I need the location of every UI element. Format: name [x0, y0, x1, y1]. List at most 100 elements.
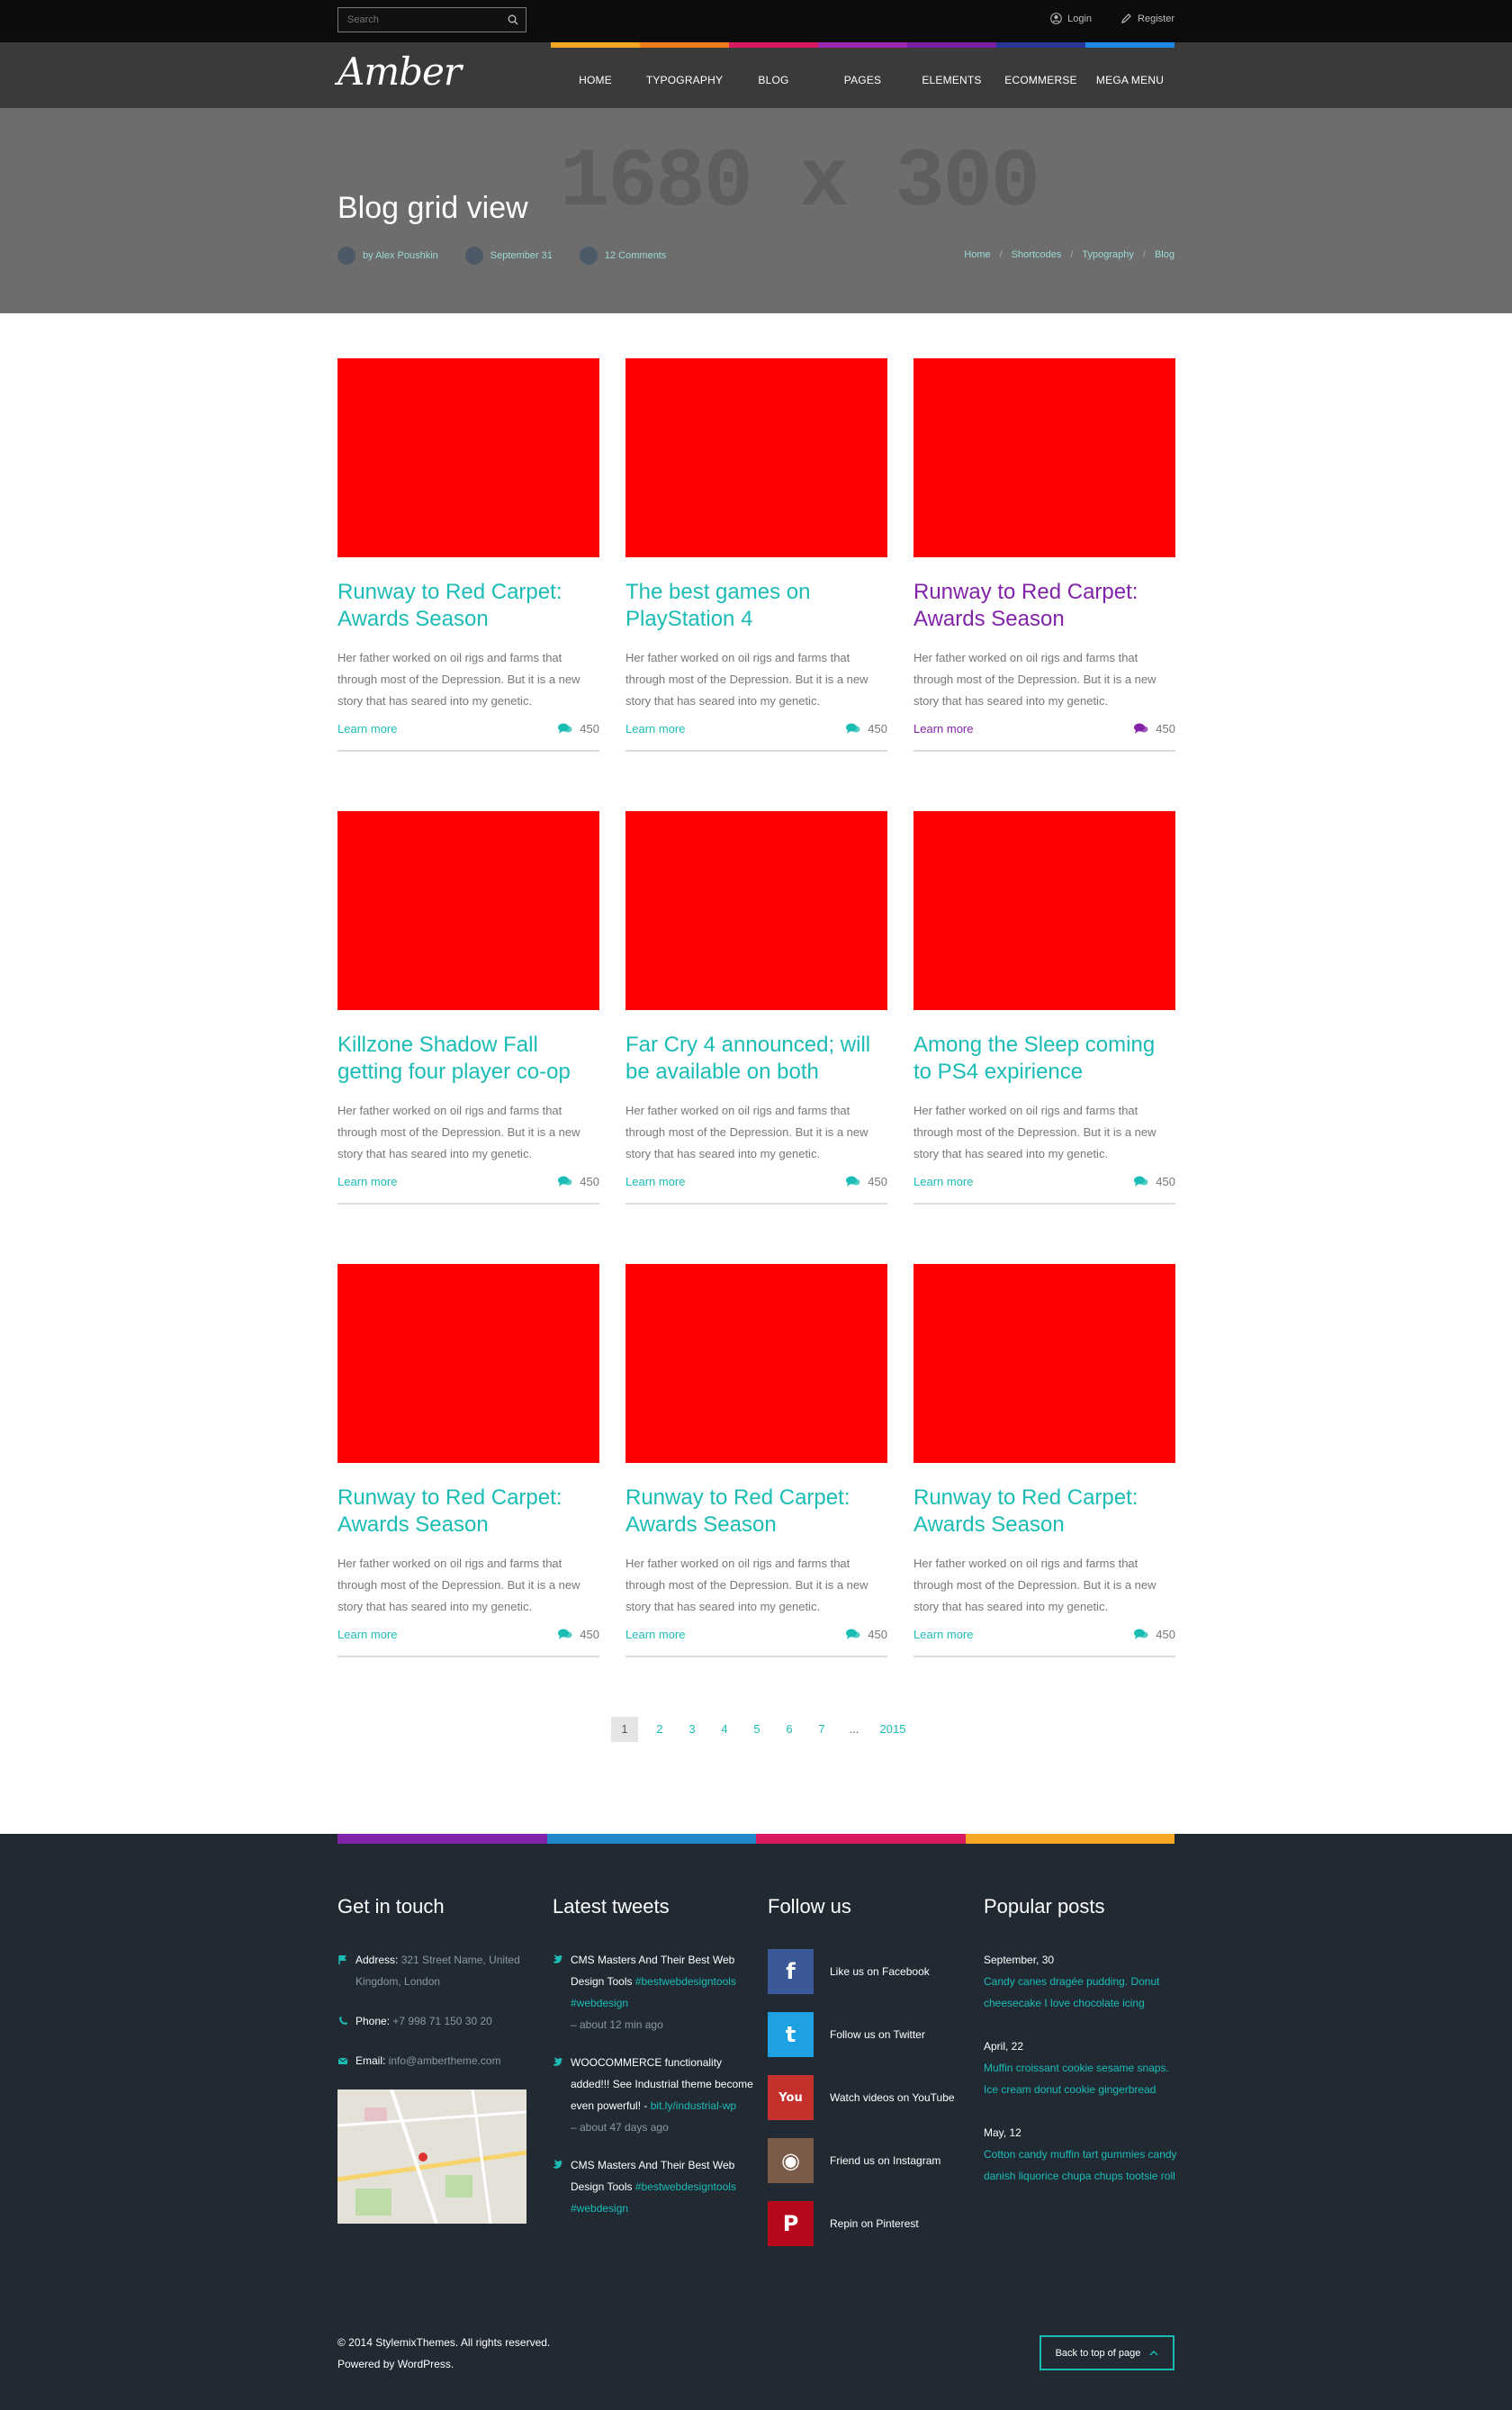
address-label: Address:	[356, 1954, 399, 1966]
popular-post-date: September, 30	[984, 1954, 1055, 1966]
post-title[interactable]: Killzone Shadow Fall getting four player…	[338, 1032, 599, 1088]
search-input[interactable]	[338, 8, 491, 32]
comment-count[interactable]: 450	[1134, 1628, 1175, 1641]
breadcrumb-typography[interactable]: Typography	[1082, 249, 1133, 260]
learn-more-link[interactable]: Learn more	[626, 1175, 685, 1188]
comment-count[interactable]: 450	[558, 1628, 599, 1641]
tweet-link[interactable]: bit.ly/industrial-wp	[651, 2099, 736, 2112]
comments-icon	[846, 1629, 860, 1639]
follow-heading: Follow us	[768, 1895, 851, 1918]
post-thumbnail[interactable]	[914, 1264, 1175, 1463]
breadcrumb-shortcodes[interactable]: Shortcodes	[1012, 249, 1062, 260]
post-footer: Learn more 450	[914, 719, 1175, 737]
page-6[interactable]: 6	[773, 1717, 806, 1742]
breadcrumb-home[interactable]: Home	[964, 249, 990, 260]
post-title[interactable]: Runway to Red Carpet: Awards Season	[626, 1485, 887, 1540]
breadcrumb-separator: /	[999, 249, 1003, 260]
comment-count[interactable]: 450	[846, 722, 887, 736]
meta-author[interactable]: by Alex Poushkin	[338, 247, 438, 265]
location-map[interactable]	[338, 2090, 526, 2224]
page-5[interactable]: 5	[741, 1717, 773, 1742]
menu-item-typography[interactable]: TYPOGRAPHY	[640, 42, 729, 108]
page-7[interactable]: 7	[806, 1717, 838, 1742]
menu-item-blog[interactable]: BLOG	[729, 42, 818, 108]
menu-item-home[interactable]: HOME	[551, 42, 640, 108]
post-title[interactable]: Runway to Red Carpet: Awards Season	[914, 1485, 1175, 1540]
follow-twitter[interactable]: t Follow us on Twitter	[768, 2012, 975, 2057]
comment-count[interactable]: 450	[558, 1175, 599, 1188]
comment-count[interactable]: 450	[1134, 722, 1175, 736]
site-logo[interactable]: Amber	[338, 50, 462, 94]
tweet-time: – about 12 min ago	[571, 2018, 663, 2031]
card-divider	[914, 750, 1175, 752]
main-navbar: Amber HOME TYPOGRAPHY BLOG PAGES ELEMENT…	[0, 42, 1512, 108]
post-thumbnail[interactable]	[626, 811, 887, 1010]
follow-facebook[interactable]: f Like us on Facebook	[768, 1949, 975, 1994]
page-3[interactable]: 3	[676, 1717, 708, 1742]
meta-comments[interactable]: 12 Comments	[579, 247, 666, 265]
menu-item-elements[interactable]: ELEMENTS	[907, 42, 996, 108]
facebook-icon: f	[768, 1949, 814, 1994]
menu-item-pages[interactable]: PAGES	[818, 42, 907, 108]
search-icon[interactable]	[508, 14, 518, 25]
menu-accent-bar	[729, 42, 818, 48]
post-title[interactable]: The best games on PlayStation 4	[626, 579, 887, 635]
learn-more-link[interactable]: Learn more	[914, 722, 973, 736]
follow-pinterest[interactable]: P Repin on Pinterest	[768, 2201, 975, 2246]
page-1[interactable]: 1	[611, 1717, 638, 1742]
post-title[interactable]: Runway to Red Carpet: Awards Season	[338, 579, 599, 635]
page-4[interactable]: 4	[708, 1717, 741, 1742]
post-thumbnail[interactable]	[914, 811, 1175, 1010]
post-thumbnail[interactable]	[626, 1264, 887, 1463]
pinterest-icon: P	[768, 2201, 814, 2246]
popular-post: April, 22 Muffin croissant cookie sesame …	[984, 2035, 1182, 2100]
learn-more-link[interactable]: Learn more	[626, 1628, 685, 1641]
learn-more-link[interactable]: Learn more	[338, 1175, 397, 1188]
post-title[interactable]: Far Cry 4 announced; will be available o…	[626, 1032, 887, 1088]
menu-item-mega-menu[interactable]: MEGA MENU	[1085, 42, 1174, 108]
pagination: 1 2 3 4 5 6 7 ... 2015	[611, 1717, 915, 1742]
phone-label: Phone:	[356, 2015, 391, 2027]
post-card: Runway to Red Carpet: Awards Season Her f…	[338, 1264, 599, 1657]
learn-more-link[interactable]: Learn more	[914, 1175, 973, 1188]
page-last[interactable]: 2015	[870, 1717, 915, 1742]
post-thumbnail[interactable]	[338, 811, 599, 1010]
comment-count[interactable]: 450	[846, 1628, 887, 1641]
login-link[interactable]: Login	[1050, 13, 1092, 24]
page-ellipsis: ...	[849, 1722, 860, 1736]
popular-post-link[interactable]: Cotton candy muffin tart gummies candy d…	[984, 2144, 1182, 2187]
menu-item-ecommerse[interactable]: ECOMMERSE	[996, 42, 1085, 108]
email-value[interactable]: info@ambertheme.com	[389, 2054, 501, 2067]
back-to-top-button[interactable]: Back to top of page	[1040, 2335, 1174, 2370]
popular-post-link[interactable]: Candy canes dragée pudding. Donut cheese…	[984, 1971, 1182, 2014]
menu-label: ELEMENTS	[922, 74, 982, 86]
page-2[interactable]: 2	[644, 1717, 676, 1742]
post-title[interactable]: Runway to Red Carpet: Awards Season	[338, 1485, 599, 1540]
tweet-item: CMS Masters And Their Best Web Design To…	[553, 1949, 760, 2035]
breadcrumb-separator: /	[1070, 249, 1074, 260]
post-excerpt: Her father worked on oil rigs and farms …	[626, 1104, 868, 1160]
top-bar: Login Register	[0, 0, 1512, 42]
register-link[interactable]: Register	[1120, 13, 1174, 24]
menu-label: BLOG	[758, 74, 789, 86]
popular-post-link[interactable]: Muffin croissant cookie sesame snaps. Ic…	[984, 2057, 1182, 2100]
page-title: Blog grid view	[338, 191, 528, 225]
post-thumbnail[interactable]	[914, 358, 1175, 557]
comment-count[interactable]: 450	[558, 722, 599, 736]
comment-count[interactable]: 450	[846, 1175, 887, 1188]
post-thumbnail[interactable]	[338, 358, 599, 557]
chevron-up-icon	[1149, 2350, 1158, 2356]
follow-instagram[interactable]: ◉ Friend us on Instagram	[768, 2138, 975, 2183]
follow-youtube[interactable]: You Watch videos on YouTube	[768, 2075, 975, 2120]
learn-more-link[interactable]: Learn more	[626, 722, 685, 736]
learn-more-link[interactable]: Learn more	[338, 722, 397, 736]
post-thumbnail[interactable]	[626, 358, 887, 557]
learn-more-link[interactable]: Learn more	[914, 1628, 973, 1641]
learn-more-link[interactable]: Learn more	[338, 1628, 397, 1641]
post-thumbnail[interactable]	[338, 1264, 599, 1463]
post-title[interactable]: Runway to Red Carpet: Awards Season	[914, 579, 1175, 635]
register-label: Register	[1138, 13, 1174, 24]
post-title[interactable]: Among the Sleep coming to PS4 expirience	[914, 1032, 1175, 1088]
date-text: September 31	[490, 250, 553, 261]
comment-count[interactable]: 450	[1134, 1175, 1175, 1188]
